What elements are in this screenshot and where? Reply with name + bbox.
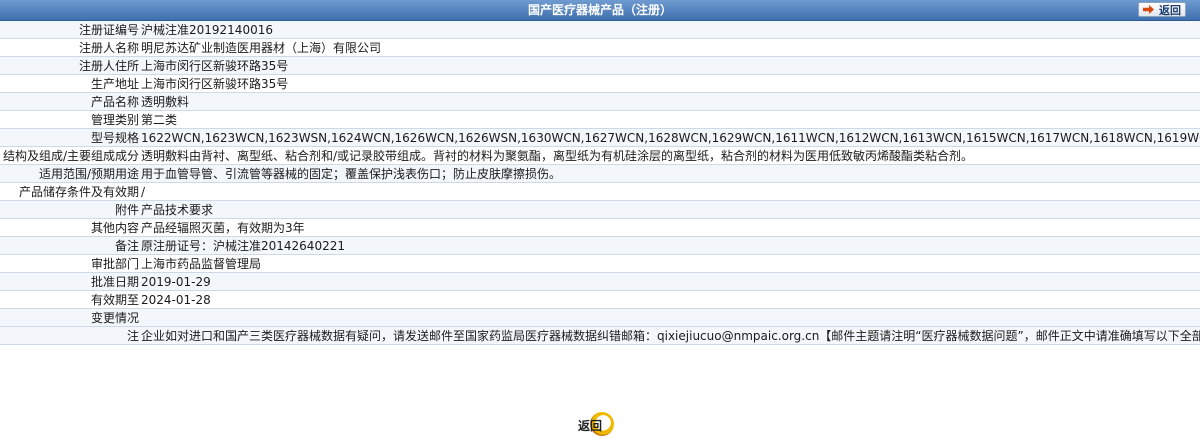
table-row: 其他内容 产品经辐照灭菌，有效期为3年 <box>0 218 1200 237</box>
table-row: 注册人住所 上海市闵行区新骏环路35号 <box>0 56 1200 75</box>
field-value: 1622WCN,1623WCN,1623WSN,1624WCN,1626WCN,… <box>139 128 1200 147</box>
footer-back-button[interactable]: 返回 <box>578 411 620 436</box>
field-value: 上海市闵行区新骏环路35号 <box>139 56 1200 75</box>
table-row: 适用范围/预期用途 用于血管导管、引流管等器械的固定；覆盖保护浅表伤口；防止皮肤… <box>0 164 1200 183</box>
field-value: 透明敷料 <box>139 92 1200 111</box>
field-label: 审批部门 <box>0 254 139 273</box>
table-row: 生产地址 上海市闵行区新骏环路35号 <box>0 74 1200 93</box>
title-bar: 国产医疗器械产品（注册） 返回 <box>0 0 1200 21</box>
field-label: 适用范围/预期用途 <box>0 164 139 183</box>
table-row: 变更情况 <box>0 308 1200 327</box>
field-value: 产品经辐照灭菌，有效期为3年 <box>139 218 1200 237</box>
detail-table: 注册证编号 沪械注准20192140016 注册人名称 明尼苏达矿业制造医用器材… <box>0 21 1200 345</box>
field-value: 用于血管导管、引流管等器械的固定；覆盖保护浅表伤口；防止皮肤摩擦损伤。 <box>139 164 1200 183</box>
field-label: 管理类别 <box>0 110 139 129</box>
back-button-label: 返回 <box>1159 4 1181 17</box>
field-label: 注册证编号 <box>0 21 139 39</box>
field-label: 附件 <box>0 200 139 219</box>
field-value <box>139 308 1200 327</box>
field-value: 2019-01-29 <box>139 272 1200 291</box>
field-value: 产品技术要求 <box>139 200 1200 219</box>
field-label: 有效期至 <box>0 290 139 309</box>
footer-bar: 返回 <box>0 409 1200 438</box>
table-row: 审批部门 上海市药品监督管理局 <box>0 254 1200 273</box>
page-title: 国产医疗器械产品（注册） <box>527 3 672 17</box>
field-value: 2024-01-28 <box>139 290 1200 309</box>
table-row: 注册人名称 明尼苏达矿业制造医用器材（上海）有限公司 <box>0 38 1200 57</box>
field-label: 注册人名称 <box>0 38 139 57</box>
field-label: 批准日期 <box>0 272 139 291</box>
table-row: 批准日期 2019-01-29 <box>0 272 1200 291</box>
field-label: 备注 <box>0 236 139 255</box>
table-row: 备注 原注册证号：沪械注准20142640221 <box>0 236 1200 255</box>
field-label: 注册人住所 <box>0 56 139 75</box>
field-label: 变更情况 <box>0 308 139 327</box>
field-label: 结构及组成/主要组成成分 <box>0 146 139 165</box>
note-label: 注 <box>0 326 139 345</box>
arrow-right-icon <box>1143 5 1154 14</box>
field-value: 第二类 <box>139 110 1200 129</box>
field-value: 沪械注准20192140016 <box>139 21 1200 39</box>
field-value: 上海市闵行区新骏环路35号 <box>139 74 1200 93</box>
field-value: 明尼苏达矿业制造医用器材（上海）有限公司 <box>139 38 1200 57</box>
table-row: 型号规格 1622WCN,1623WCN,1623WSN,1624WCN,162… <box>0 128 1200 147</box>
table-row: 有效期至 2024-01-28 <box>0 290 1200 309</box>
record-detail-page: 国产医疗器械产品（注册） 返回 注册证编号 沪械注准20192140016 注册… <box>0 0 1200 438</box>
table-row: 管理类别 第二类 <box>0 110 1200 129</box>
table-row: 产品储存条件及有效期 / <box>0 182 1200 201</box>
field-value: 透明敷料由背衬、离型纸、粘合剂和/或记录胶带组成。背衬的材料为聚氨酯，离型纸为有… <box>139 146 1200 165</box>
table-row: 注册证编号 沪械注准20192140016 <box>0 21 1200 39</box>
note-text: 企业如对进口和国产三类医疗器械数据有疑问，请发送邮件至国家药监局医疗器械数据纠错… <box>139 326 1200 345</box>
table-row: 结构及组成/主要组成成分 透明敷料由背衬、离型纸、粘合剂和/或记录胶带组成。背衬… <box>0 146 1200 165</box>
field-value: 原注册证号：沪械注准20142640221 <box>139 236 1200 255</box>
table-row: 产品名称 透明敷料 <box>0 92 1200 111</box>
footer-back-label: 返回 <box>578 419 603 433</box>
back-button[interactable]: 返回 <box>1138 2 1186 17</box>
field-label: 其他内容 <box>0 218 139 237</box>
field-label: 型号规格 <box>0 128 139 147</box>
field-label: 产品储存条件及有效期 <box>0 182 139 201</box>
note-row: 注 企业如对进口和国产三类医疗器械数据有疑问，请发送邮件至国家药监局医疗器械数据… <box>0 326 1200 345</box>
field-value: / <box>139 182 1200 201</box>
field-label: 生产地址 <box>0 74 139 93</box>
table-row: 附件 产品技术要求 <box>0 200 1200 219</box>
field-label: 产品名称 <box>0 92 139 111</box>
field-value: 上海市药品监督管理局 <box>139 254 1200 273</box>
